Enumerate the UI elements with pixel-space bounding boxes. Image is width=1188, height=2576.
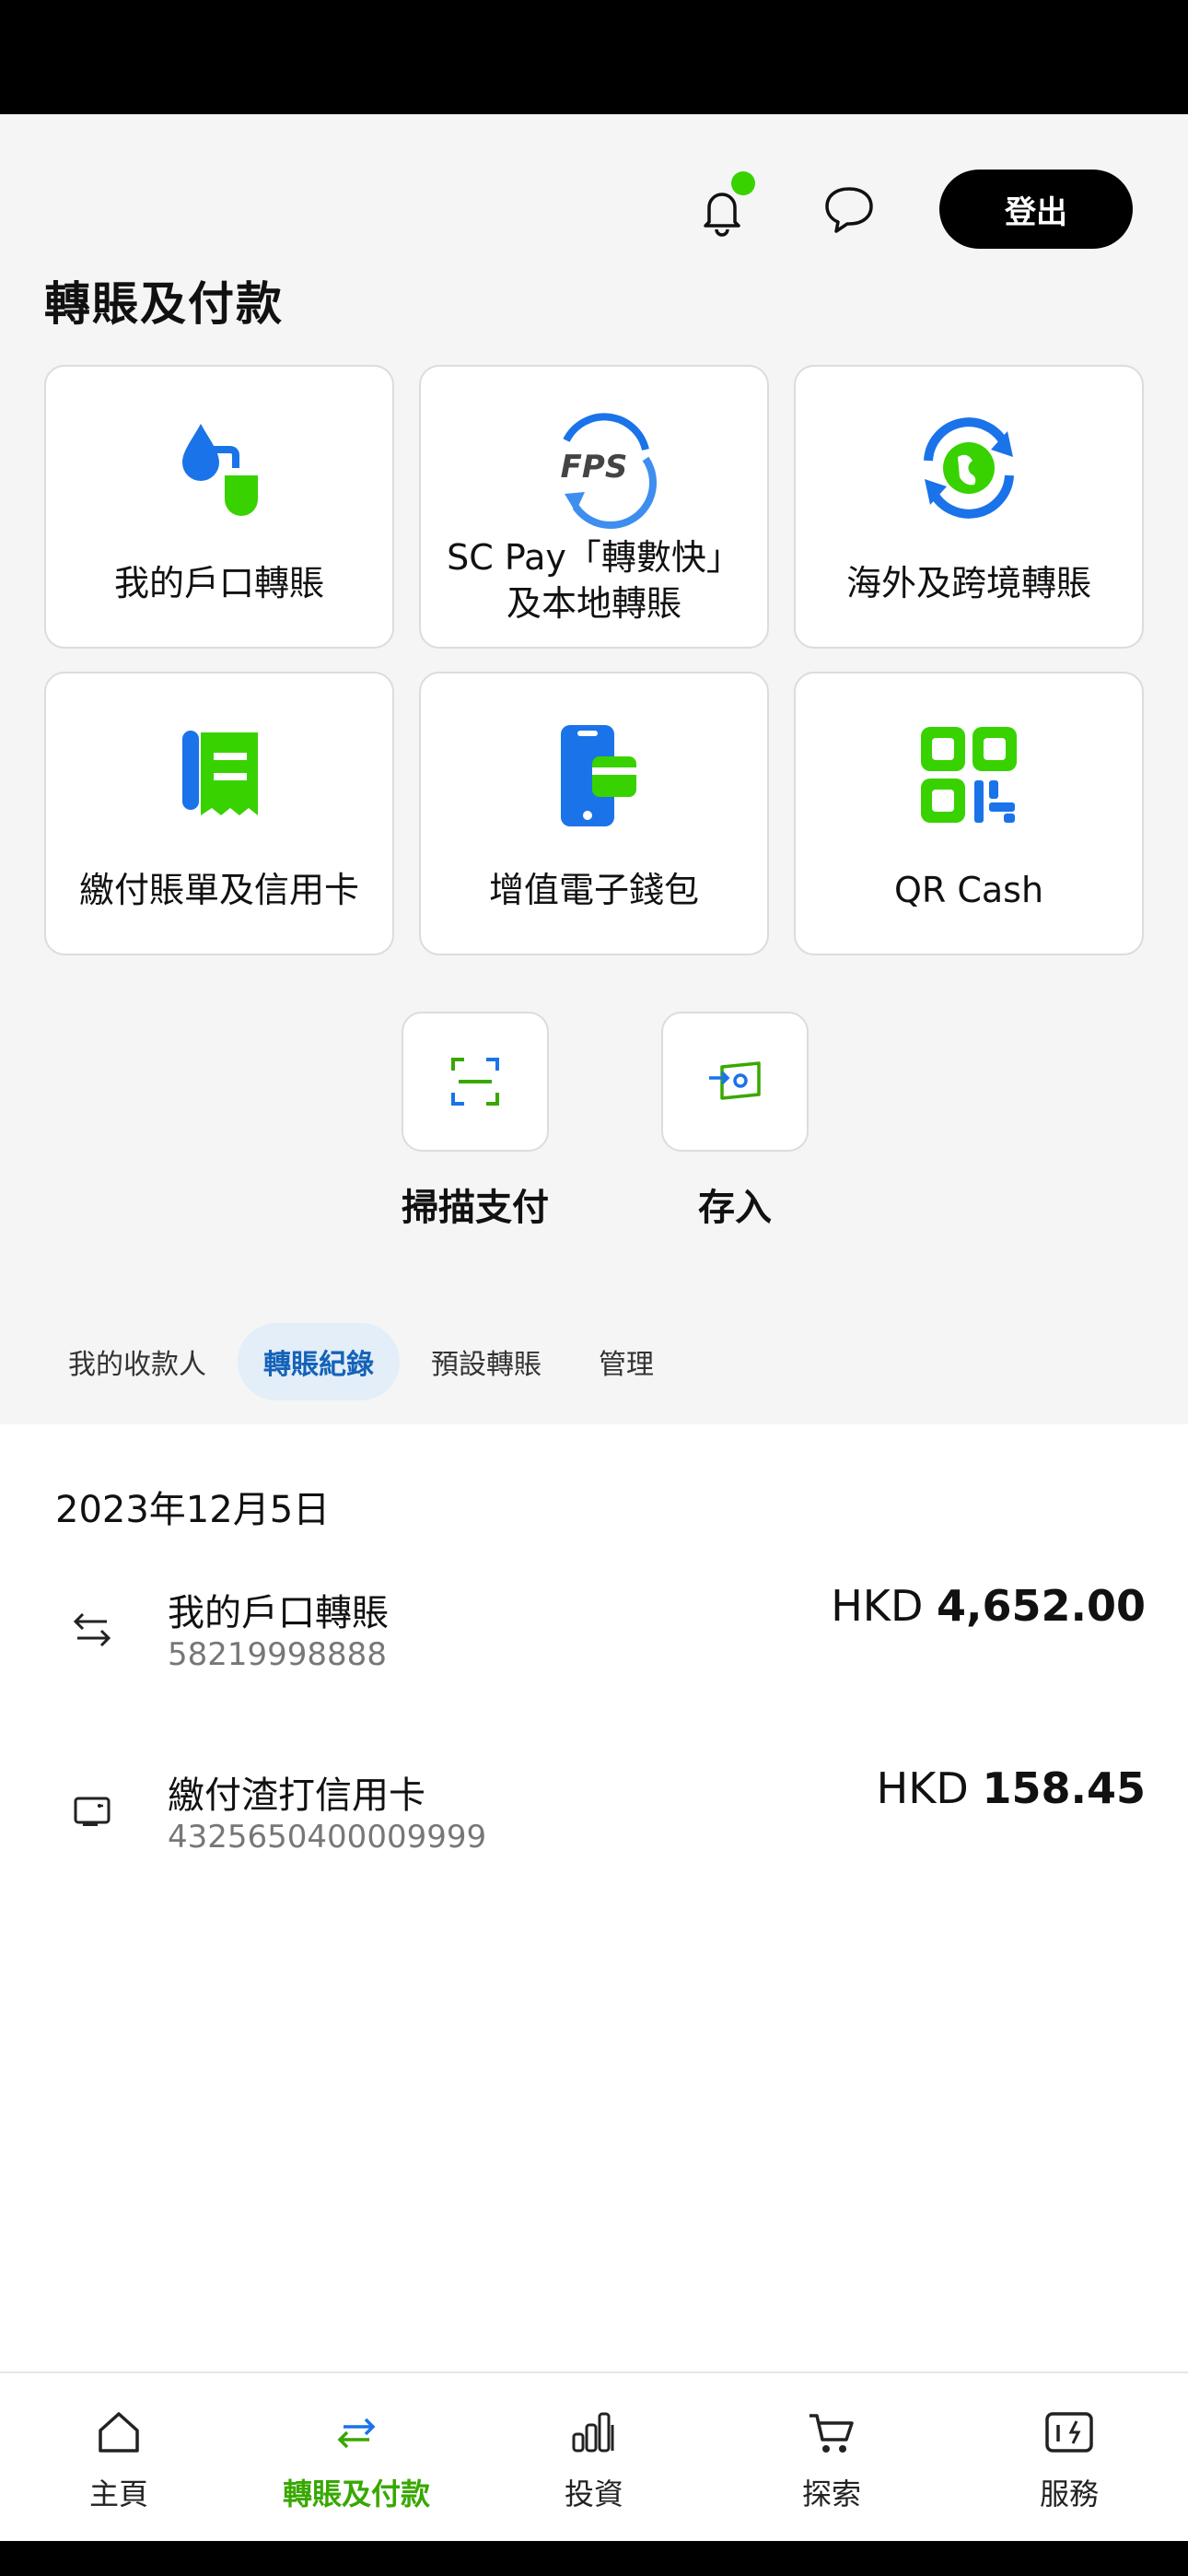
credit-card-payment-icon <box>66 1786 118 1837</box>
tile-ewallet-topup[interactable]: 增值電子錢包 <box>419 672 769 955</box>
bar-chart-icon <box>572 2412 614 2453</box>
tab-manage[interactable]: 管理 <box>573 1323 680 1400</box>
transfer-arrows-icon <box>66 1603 118 1655</box>
tile-label: 我的戶口轉賬 <box>113 563 324 603</box>
services-icon <box>1045 2412 1093 2453</box>
tile-label: QR Cash <box>893 870 1044 910</box>
scan-icon <box>451 1058 499 1106</box>
transfer-tabs: 我的收款人 轉賬紀錄 預設轉賬 管理 <box>44 1323 685 1400</box>
bottom-navigation: 主頁 轉賬及付款 投資 探索 服務 <box>0 2371 1188 2541</box>
tile-own-account-transfer[interactable]: 我的戶口轉賬 <box>44 365 394 649</box>
transaction-amount: HKD 4,652.00 <box>831 1581 1146 1631</box>
nav-label: 轉賬及付款 <box>282 2476 430 2512</box>
status-bar <box>0 0 1188 114</box>
transaction-account: 58219998888 <box>168 1636 387 1673</box>
quick-action-deposit[interactable]: 存入 <box>652 1012 818 1231</box>
cart-icon <box>809 2414 854 2453</box>
tile-overseas-transfer[interactable]: 海外及跨境轉賬 <box>794 365 1144 649</box>
nav-invest[interactable]: 投資 <box>475 2373 713 2541</box>
tile-label: SC Pay「轉數快」 及本地轉賬 <box>421 534 767 626</box>
nav-label: 投資 <box>564 2476 623 2512</box>
deposit-button[interactable] <box>661 1012 809 1152</box>
transfer-icon <box>337 2418 376 2449</box>
nav-transfer-payments[interactable]: 轉賬及付款 <box>238 2373 475 2541</box>
quick-action-label: 存入 <box>698 1187 772 1229</box>
deposit-icon <box>709 1061 761 1100</box>
tile-qr-cash[interactable]: QR Cash <box>794 672 1144 955</box>
scan-button[interactable] <box>402 1012 549 1152</box>
list-item[interactable]: 繳付渣打信用卡 4325650400009999 HKD 158.45 <box>0 1758 1188 1887</box>
fps-icon: FPS <box>530 404 658 533</box>
nav-label: 主頁 <box>88 2476 148 2512</box>
chat-button[interactable] <box>812 170 886 249</box>
list-item[interactable]: 我的戶口轉賬 58219998888 HKD 4,652.00 <box>0 1575 1188 1704</box>
page-title: 轉賬及付款 <box>44 277 284 331</box>
tile-label: 海外及跨境轉賬 <box>845 563 1091 603</box>
transfer-history-list: 2023年12月5日 我的戶口轉賬 58219998888 HKD 4,652.… <box>0 1424 1188 2371</box>
transaction-account: 4325650400009999 <box>168 1819 487 1856</box>
quick-action-scan-pay[interactable]: 掃描支付 <box>392 1012 558 1231</box>
ewallet-icon <box>530 710 658 839</box>
tile-label-line-2: 及本地轉賬 <box>506 583 681 624</box>
home-indicator-area <box>0 2541 1188 2576</box>
amount-value: 4,652.00 <box>937 1581 1146 1631</box>
svg-text:FPS: FPS <box>561 449 628 486</box>
qr-code-icon <box>904 710 1033 839</box>
tile-bill-payment[interactable]: 繳付賬單及信用卡 <box>44 672 394 955</box>
tab-payees[interactable]: 我的收款人 <box>44 1323 232 1400</box>
tab-transfer-history[interactable]: 轉賬紀錄 <box>238 1323 400 1400</box>
nav-label: 服務 <box>1039 2476 1099 2512</box>
tile-fps-local-transfer[interactable]: FPS SC Pay「轉數快」 及本地轉賬 <box>419 365 769 649</box>
nav-services[interactable]: 服務 <box>950 2373 1188 2541</box>
home-icon <box>99 2412 139 2453</box>
logout-button[interactable]: 登出 <box>939 170 1133 249</box>
nav-explore[interactable]: 探索 <box>713 2373 950 2541</box>
own-account-transfer-icon <box>155 404 284 533</box>
overseas-transfer-icon <box>904 404 1033 533</box>
quick-action-label: 掃描支付 <box>402 1187 549 1229</box>
amount-value: 158.45 <box>982 1763 1146 1813</box>
currency: HKD <box>876 1763 969 1813</box>
date-header: 2023年12月5日 <box>55 1489 331 1531</box>
nav-label: 探索 <box>801 2476 861 2512</box>
tile-label: 繳付賬單及信用卡 <box>78 870 359 910</box>
tab-scheduled-transfers[interactable]: 預設轉賬 <box>405 1323 567 1400</box>
nav-home[interactable]: 主頁 <box>0 2373 238 2541</box>
currency: HKD <box>831 1581 924 1631</box>
chat-bubble-icon <box>825 187 873 233</box>
transaction-name: 繳付渣打信用卡 <box>168 1774 425 1817</box>
tile-label: 增值電子錢包 <box>488 870 699 910</box>
notification-dot <box>731 171 755 195</box>
bill-payment-icon <box>155 710 284 839</box>
tile-label-line-1: SC Pay「轉數快」 <box>447 537 741 578</box>
notification-button[interactable] <box>685 170 759 249</box>
transaction-amount: HKD 158.45 <box>877 1763 1146 1813</box>
transaction-name: 我的戶口轉賬 <box>168 1592 389 1634</box>
header-actions: 登出 <box>685 170 1133 249</box>
